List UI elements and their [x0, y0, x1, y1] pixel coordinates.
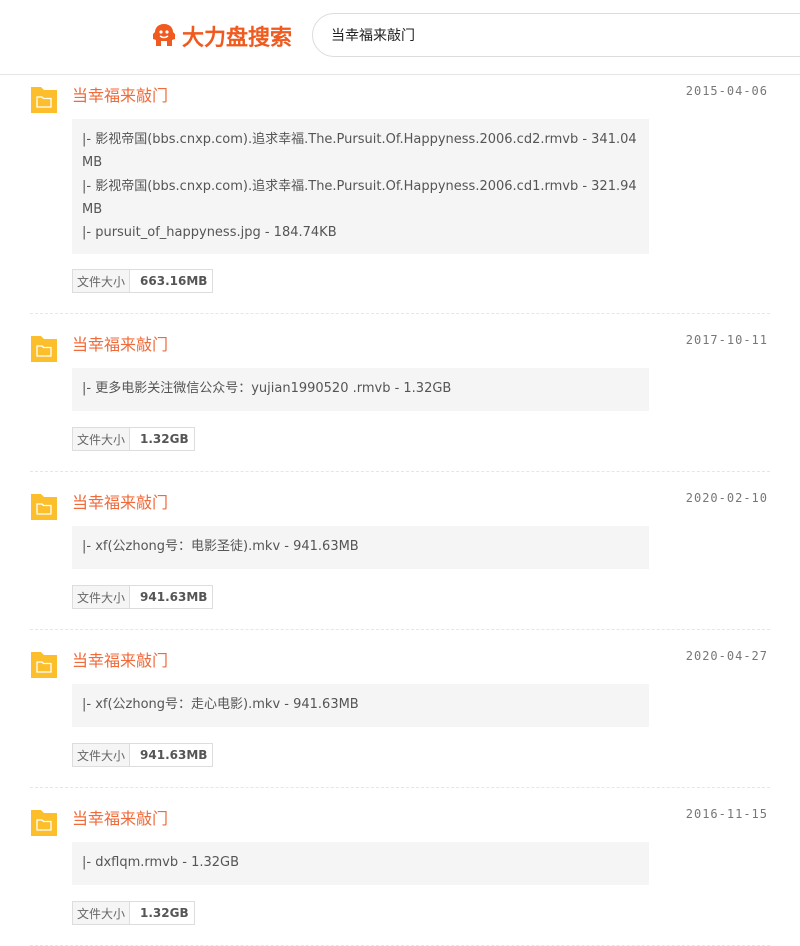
result-date: 2020-02-10 [685, 491, 768, 505]
file-entry: |- 影视帝国(bbs.cnxp.com).追求幸福.The.Pursuit.O… [82, 132, 637, 171]
logo-text: 大力盘搜索 [182, 26, 293, 51]
file-size-label: 文件大小 [73, 744, 131, 766]
result-item: 当幸福来敲门 2020-04-27 |- xf(公zhong号：走心电影).mk… [30, 639, 770, 788]
file-size-badge: 文件大小 1.32GB [72, 427, 195, 451]
result-title-link[interactable]: 当幸福来敲门 [72, 805, 168, 829]
file-entry: |- xf(公zhong号：走心电影).mkv - 941.63MB [82, 697, 359, 712]
file-list: |- dxflqm.rmvb - 1.32GB [72, 842, 649, 885]
result-item: 当幸福来敲门 2015-04-06 |- 影视帝国(bbs.cnxp.com).… [30, 74, 770, 314]
result-date: 2017-10-11 [685, 333, 768, 347]
result-title-link[interactable]: 当幸福来敲门 [72, 489, 168, 513]
file-entry: |- pursuit_of_happyness.jpg - 184.74KB [82, 225, 337, 241]
file-size-value: 1.32GB [130, 428, 194, 450]
folder-icon [31, 494, 57, 520]
file-entry: |- 影视帝国(bbs.cnxp.com).追求幸福.The.Pursuit.O… [82, 178, 637, 217]
folder-icon [31, 810, 57, 836]
folder-icon [31, 336, 57, 362]
file-entry: |- 更多电影关注微信公众号：yujian1990520 .rmvb - 1.3… [82, 381, 452, 396]
result-date: 2016-11-15 [685, 807, 768, 821]
file-size-value: 941.63MB [130, 744, 213, 766]
file-entry: |- xf(公zhong号：电影圣徒).mkv - 941.63MB [82, 539, 359, 554]
file-list: |- xf(公zhong号：走心电影).mkv - 941.63MB [72, 684, 649, 727]
result-item: 当幸福来敲门 2020-02-10 |- xf(公zhong号：电影圣徒).mk… [30, 481, 770, 630]
result-title-link[interactable]: 当幸福来敲门 [72, 82, 168, 106]
file-list: |- 影视帝国(bbs.cnxp.com).追求幸福.The.Pursuit.O… [72, 119, 649, 254]
file-size-value: 941.63MB [130, 586, 213, 608]
file-size-label: 文件大小 [73, 428, 131, 450]
result-date: 2015-04-06 [685, 84, 768, 98]
file-size-value: 1.32GB [130, 902, 194, 924]
folder-icon [31, 87, 57, 113]
result-title-link[interactable]: 当幸福来敲门 [72, 647, 168, 671]
file-size-label: 文件大小 [73, 902, 131, 924]
site-logo[interactable]: 大力盘搜索 [150, 20, 292, 52]
gorilla-logo-icon [153, 24, 175, 46]
file-size-value: 663.16MB [130, 270, 213, 292]
folder-icon [31, 652, 57, 678]
result-item: 当幸福来敲门 2016-11-15 |- dxflqm.rmvb - 1.32G… [30, 797, 770, 946]
file-entry: |- dxflqm.rmvb - 1.32GB [82, 855, 240, 870]
search-input[interactable] [331, 27, 771, 43]
result-item: 当幸福来敲门 2017-10-11 |- 更多电影关注微信公众号：yujian1… [30, 323, 770, 472]
file-size-label: 文件大小 [73, 270, 131, 292]
file-size-badge: 文件大小 941.63MB [72, 743, 214, 767]
site-header: 大力盘搜索 [0, 0, 800, 75]
file-size-badge: 文件大小 941.63MB [72, 585, 214, 609]
result-title-link[interactable]: 当幸福来敲门 [72, 331, 168, 355]
file-size-badge: 文件大小 1.32GB [72, 901, 195, 925]
file-list: |- 更多电影关注微信公众号：yujian1990520 .rmvb - 1.3… [72, 368, 649, 411]
file-list: |- xf(公zhong号：电影圣徒).mkv - 941.63MB [72, 526, 649, 569]
file-size-label: 文件大小 [73, 586, 131, 608]
search-box[interactable] [312, 13, 800, 57]
file-size-badge: 文件大小 663.16MB [72, 269, 214, 293]
result-date: 2020-04-27 [685, 649, 768, 663]
